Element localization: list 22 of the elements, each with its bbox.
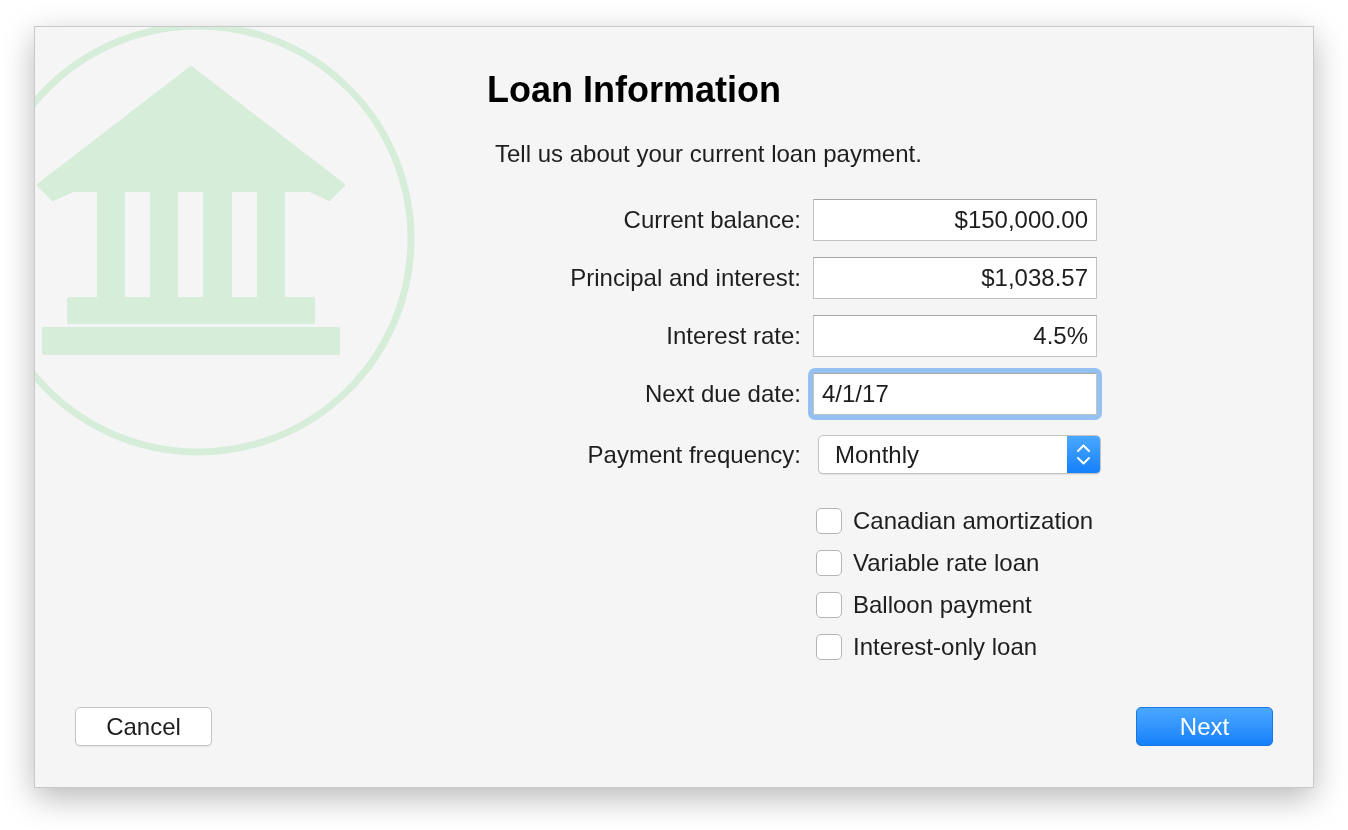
checkbox[interactable] bbox=[816, 634, 842, 660]
dialog-subtitle: Tell us about your current loan payment. bbox=[495, 139, 922, 169]
text-field[interactable]: 4.5% bbox=[813, 315, 1097, 357]
checkbox[interactable] bbox=[816, 508, 842, 534]
checkbox[interactable] bbox=[816, 592, 842, 618]
checkbox-label[interactable]: Balloon payment bbox=[853, 590, 1032, 620]
frequency-popup[interactable]: Monthly bbox=[818, 435, 1101, 474]
checkbox[interactable] bbox=[816, 550, 842, 576]
text-field[interactable]: 4/1/17 bbox=[808, 368, 1102, 420]
field-label: Principal and interest: bbox=[569, 263, 801, 293]
checkbox-label[interactable]: Interest-only loan bbox=[853, 632, 1038, 662]
field-label: Next due date: bbox=[643, 379, 801, 409]
field-label: Payment frequency: bbox=[586, 439, 801, 470]
push-button[interactable]: Cancel bbox=[75, 707, 212, 746]
field-label: Interest rate: bbox=[665, 321, 801, 351]
text-field[interactable]: $1,038.57 bbox=[813, 257, 1097, 299]
dialog-title: Loan Information bbox=[487, 70, 781, 110]
field-label: Current balance: bbox=[622, 205, 801, 235]
text-field[interactable]: $150,000.00 bbox=[813, 199, 1097, 241]
checkbox-label[interactable]: Variable rate loan bbox=[853, 548, 1040, 578]
stepper-chevrons-icon bbox=[1067, 436, 1100, 473]
checkbox-label[interactable]: Canadian amortization bbox=[853, 506, 1094, 536]
